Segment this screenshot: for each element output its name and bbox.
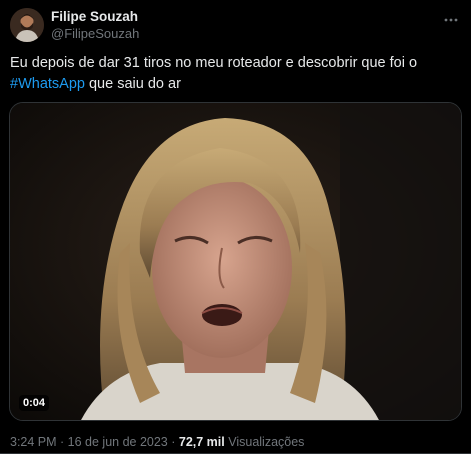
more-button[interactable] (441, 10, 461, 30)
display-name[interactable]: Filipe Souzah (51, 9, 139, 25)
tweet-header: Filipe Souzah @FilipeSouzah (8, 6, 463, 46)
tweet-text: Eu depois de dar 31 tiros no meu roteado… (10, 53, 460, 95)
views-label: Visualizações (224, 435, 305, 449)
video-player[interactable]: 0:04 (9, 102, 462, 421)
tweet-text-part1: Eu depois de dar 31 tiros no meu roteado… (10, 55, 418, 71)
meta-separator: · (167, 435, 179, 449)
tweet-date[interactable]: 16 de jun de 2023 (68, 435, 168, 449)
tweet-meta: 3:24 PM · 16 de jun de 2023 · 72,7 mil V… (10, 435, 304, 449)
tweet-time[interactable]: 3:24 PM (10, 435, 57, 449)
author-info: Filipe Souzah @FilipeSouzah (51, 9, 139, 42)
tweet: Filipe Souzah @FilipeSouzah Eu depois de… (0, 0, 471, 454)
video-duration-badge: 0:04 (19, 395, 50, 411)
tweet-text-part2: que saiu do ar (84, 76, 181, 92)
hashtag-link[interactable]: #WhatsApp (10, 76, 85, 92)
views-count: 72,7 mil (178, 435, 225, 449)
meta-separator: · (56, 435, 68, 449)
more-horizontal-icon (444, 18, 458, 22)
handle[interactable]: @FilipeSouzah (51, 25, 139, 42)
video-frame (10, 103, 461, 420)
avatar[interactable] (10, 8, 44, 42)
